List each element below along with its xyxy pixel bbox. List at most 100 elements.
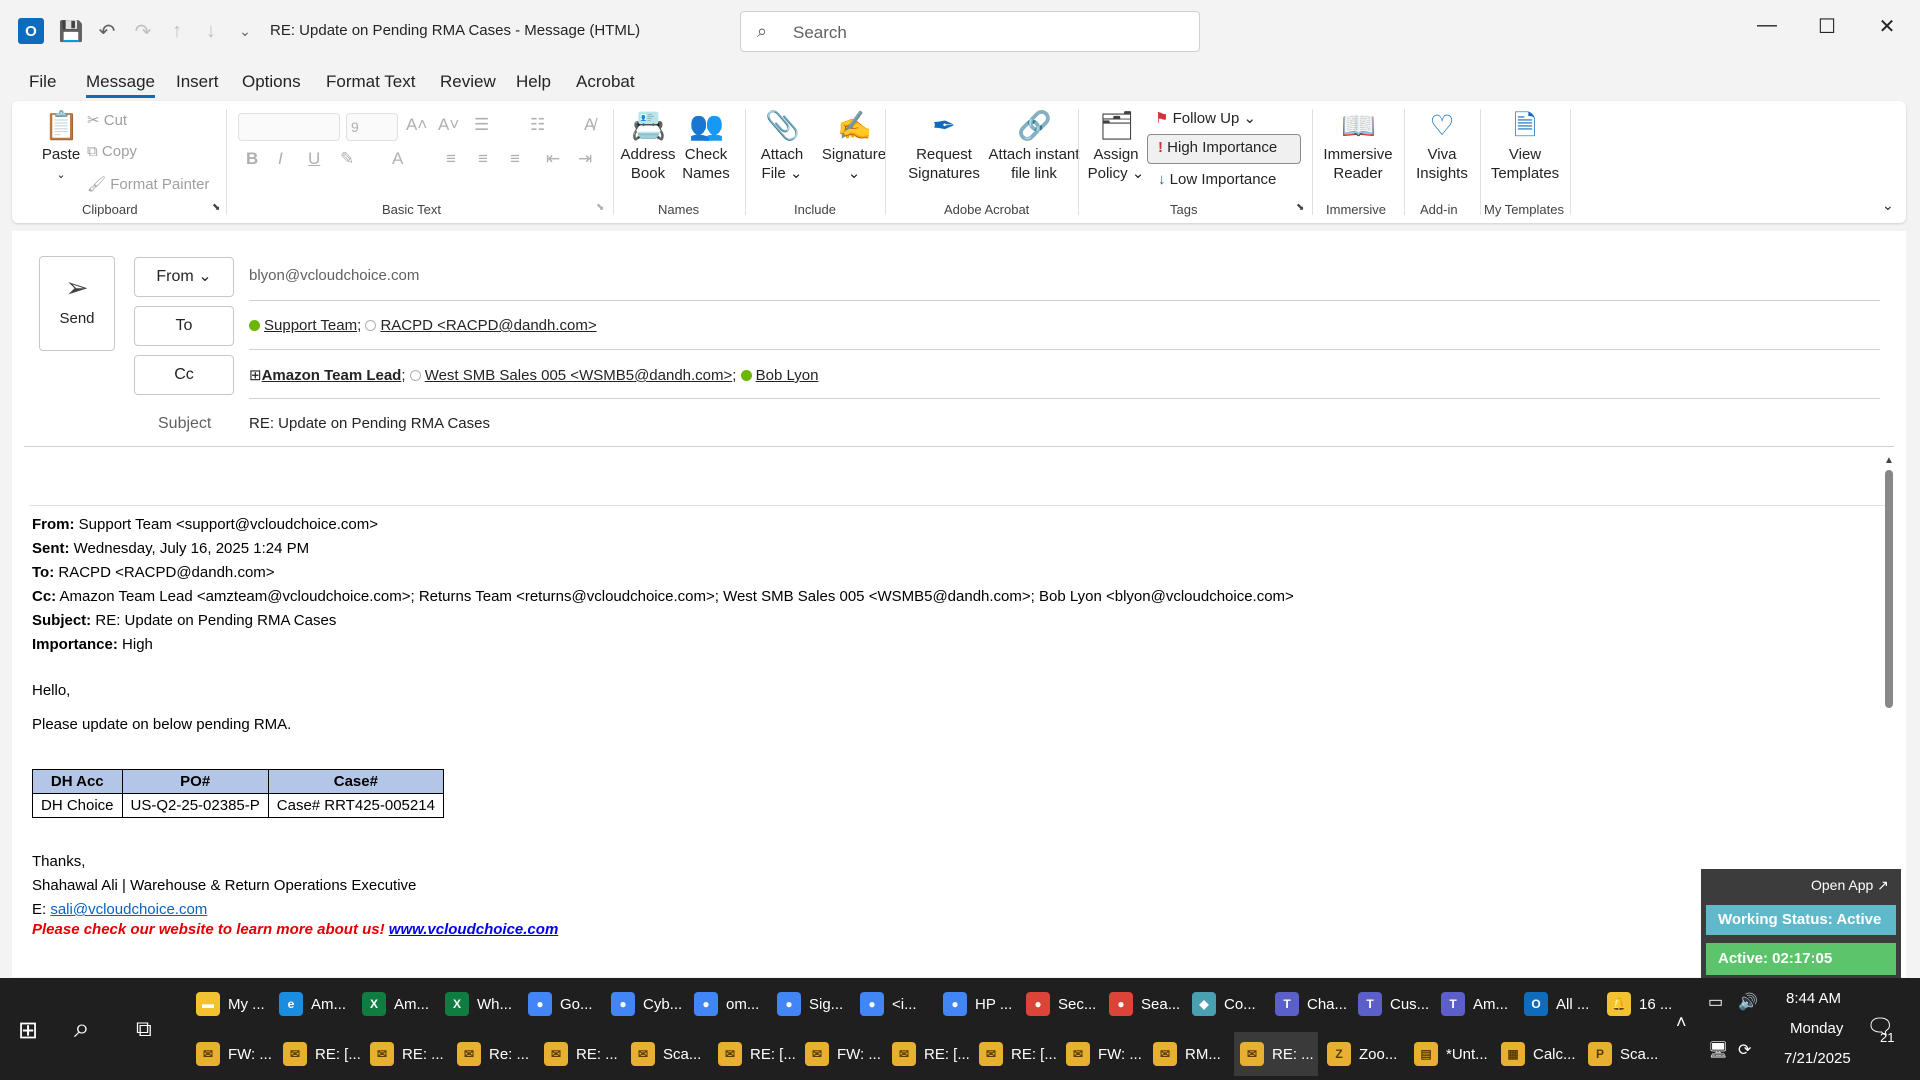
numbering-icon[interactable]: ☷ bbox=[530, 115, 545, 135]
display-icon[interactable]: ⟳ bbox=[1738, 1040, 1751, 1060]
taskbar-app-button[interactable]: ● HP ... bbox=[937, 982, 1017, 1026]
taskbar-app-button[interactable]: ✉ RE: ... bbox=[364, 1032, 448, 1076]
copy-button[interactable]: ⧉ Copy bbox=[87, 143, 137, 160]
clear-formatting-icon[interactable]: A̸ bbox=[584, 115, 595, 135]
font-color-icon[interactable]: A bbox=[392, 149, 403, 169]
taskbar-app-button[interactable]: ✉ Re: ... bbox=[451, 1032, 535, 1076]
taskbar-app-button[interactable]: ✉ RM... bbox=[1147, 1032, 1231, 1076]
tab-options[interactable]: Options bbox=[242, 72, 301, 92]
recipient[interactable]: Bob Lyon bbox=[756, 367, 819, 384]
cc-field[interactable]: ⊞Amazon Team Lead; West SMB Sales 005 <W… bbox=[249, 366, 818, 384]
redo-icon[interactable]: ↷ bbox=[130, 18, 156, 44]
taskbar-app-button[interactable]: ✉ FW: ... bbox=[799, 1032, 883, 1076]
message-body[interactable]: From: Support Team <support@vcloudchoice… bbox=[32, 513, 1832, 942]
taskbar-app-button[interactable]: ● Sig... bbox=[771, 982, 851, 1026]
network-icon[interactable]: 🖥 bbox=[1708, 1040, 1728, 1060]
customize-toolbar-icon[interactable]: ⌄ bbox=[232, 18, 258, 44]
cut-button[interactable]: ✂ Cut bbox=[87, 111, 127, 129]
taskbar-app-button[interactable]: T Am... bbox=[1435, 982, 1515, 1026]
volume-icon[interactable]: 🔊 bbox=[1738, 992, 1758, 1012]
follow-up-button[interactable]: ⚑ Follow Up ⌄ bbox=[1155, 109, 1256, 127]
taskbar-app-button[interactable]: ● Sec... bbox=[1020, 982, 1100, 1026]
save-icon[interactable]: 💾 bbox=[58, 18, 84, 44]
taskbar-app-button[interactable]: ✉ RE: [... bbox=[277, 1032, 361, 1076]
clock-date[interactable]: 7/21/2025 bbox=[1784, 1050, 1851, 1067]
taskbar-app-button[interactable]: 🔔 16 ... bbox=[1601, 982, 1681, 1026]
decrease-indent-icon[interactable]: ⇤ bbox=[546, 149, 560, 169]
search-box[interactable]: ⌕ Search bbox=[740, 11, 1200, 52]
scrollbar-thumb[interactable] bbox=[1885, 470, 1893, 708]
recipient[interactable]: Amazon Team Lead bbox=[262, 367, 402, 384]
assign-policy-button[interactable]: 🗂 Assign Policy ⌄ bbox=[1086, 109, 1146, 183]
taskbar-app-button[interactable]: ✉ RE: ... bbox=[1234, 1032, 1318, 1076]
battery-icon[interactable]: ▭ bbox=[1708, 992, 1723, 1012]
basic-text-launcher-icon[interactable]: ⬊ bbox=[596, 202, 604, 213]
taskbar-app-button[interactable]: ✉ RE: [... bbox=[712, 1032, 796, 1076]
taskbar-app-button[interactable]: ● Sea... bbox=[1103, 982, 1183, 1026]
clipboard-launcher-icon[interactable]: ⬊ bbox=[212, 202, 220, 213]
underline-icon[interactable]: U bbox=[308, 149, 320, 169]
align-left-icon[interactable]: ≡ bbox=[446, 149, 456, 169]
task-view-icon[interactable]: ⧉ bbox=[136, 1016, 152, 1042]
taskbar-app-button[interactable]: ● Cyb... bbox=[605, 982, 685, 1026]
email-link[interactable]: sali@vcloudchoice.com bbox=[50, 901, 207, 918]
check-names-button[interactable]: 👥 Check Names bbox=[678, 109, 734, 183]
taskbar-app-button[interactable]: ✉ RE: ... bbox=[538, 1032, 622, 1076]
clock-time[interactable]: 8:44 AM bbox=[1786, 990, 1841, 1007]
highlight-icon[interactable]: ✎ bbox=[340, 149, 354, 169]
to-button[interactable]: To bbox=[134, 306, 234, 346]
tags-launcher-icon[interactable]: ⬊ bbox=[1296, 202, 1304, 213]
font-name-dropdown[interactable] bbox=[238, 113, 340, 141]
recipient[interactable]: Support Team bbox=[264, 317, 357, 334]
attach-instant-link-button[interactable]: 🔗 Attach instant file link bbox=[974, 109, 1094, 183]
scroll-up-icon[interactable]: ▲ bbox=[1884, 455, 1894, 466]
show-hidden-icons[interactable]: ˄ bbox=[1676, 1012, 1687, 1033]
send-button[interactable]: ➢ Send bbox=[39, 256, 115, 351]
taskbar-app-button[interactable]: X Am... bbox=[356, 982, 436, 1026]
taskbar-app-button[interactable]: ✉ RE: [... bbox=[886, 1032, 970, 1076]
next-item-icon[interactable]: ↓ bbox=[198, 18, 224, 44]
tab-file[interactable]: File bbox=[29, 72, 56, 92]
taskbar-app-button[interactable]: T Cus... bbox=[1352, 982, 1432, 1026]
taskbar-app-button[interactable]: ▬ My ... bbox=[190, 982, 270, 1026]
align-center-icon[interactable]: ≡ bbox=[478, 149, 488, 169]
format-painter-button[interactable]: 🖌 Format Painter bbox=[87, 175, 209, 193]
from-button[interactable]: From ⌄ bbox=[134, 257, 234, 297]
taskbar-app-button[interactable]: ✉ FW: ... bbox=[1060, 1032, 1144, 1076]
recipient[interactable]: RACPD <RACPD@dandh.com> bbox=[380, 317, 596, 334]
tab-message[interactable]: Message bbox=[86, 72, 155, 98]
tab-review[interactable]: Review bbox=[440, 72, 496, 92]
view-templates-button[interactable]: 🗎 View Templates bbox=[1486, 109, 1564, 183]
expand-group-icon[interactable]: ⊞ bbox=[249, 367, 262, 384]
maximize-button[interactable]: ☐ bbox=[1812, 14, 1842, 39]
search-icon[interactable]: ⌕ bbox=[74, 1012, 90, 1045]
increase-indent-icon[interactable]: ⇥ bbox=[578, 149, 592, 169]
immersive-reader-button[interactable]: 📖 Immersive Reader bbox=[1318, 109, 1398, 183]
align-right-icon[interactable]: ≡ bbox=[510, 149, 520, 169]
cc-button[interactable]: Cc bbox=[134, 355, 234, 395]
taskbar-app-button[interactable]: ▤ *Unt... bbox=[1408, 1032, 1492, 1076]
taskbar-app-button[interactable]: e Am... bbox=[273, 982, 353, 1026]
taskbar-app-button[interactable]: ▦ Calc... bbox=[1495, 1032, 1579, 1076]
recipient[interactable]: West SMB Sales 005 <WSMB5@dandh.com> bbox=[425, 367, 733, 384]
italic-icon[interactable]: I bbox=[278, 149, 283, 169]
taskbar-app-button[interactable]: ✉ RE: [... bbox=[973, 1032, 1057, 1076]
to-field[interactable]: Support Team; RACPD <RACPD@dandh.com> bbox=[249, 317, 597, 334]
bold-icon[interactable]: B bbox=[246, 149, 258, 169]
undo-icon[interactable]: ↶ bbox=[94, 18, 120, 44]
tab-insert[interactable]: Insert bbox=[176, 72, 219, 92]
windows-start-icon[interactable]: ⊞ bbox=[18, 1016, 38, 1045]
attach-file-button[interactable]: 📎 Attach File ⌄ bbox=[756, 109, 808, 183]
previous-item-icon[interactable]: ↑ bbox=[164, 18, 190, 44]
paste-button[interactable]: 📋 Paste ⌄ bbox=[30, 109, 92, 185]
signature-button[interactable]: ✍ Signature ⌄ bbox=[812, 109, 896, 183]
taskbar-app-button[interactable]: ◆ Co... bbox=[1186, 982, 1266, 1026]
viva-insights-button[interactable]: ♡ Viva Insights bbox=[1410, 109, 1474, 183]
ribbon-collapse-icon[interactable]: ⌄ bbox=[1882, 197, 1894, 214]
taskbar-app-button[interactable]: P Sca... bbox=[1582, 1032, 1666, 1076]
taskbar-app-button[interactable]: Z Zoo... bbox=[1321, 1032, 1405, 1076]
close-button[interactable]: ✕ bbox=[1872, 14, 1902, 39]
address-book-button[interactable]: 📇 Address Book bbox=[620, 109, 676, 183]
subject-input[interactable]: RE: Update on Pending RMA Cases bbox=[249, 415, 490, 432]
tab-help[interactable]: Help bbox=[516, 72, 551, 92]
